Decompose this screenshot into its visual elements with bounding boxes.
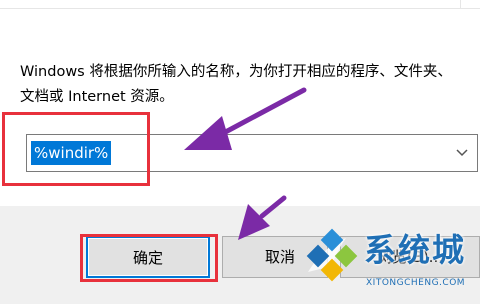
- instruction-text: Windows 将根据你所输入的名称，为你打开相应的程序、文件夹、文档或 Int…: [20, 64, 452, 105]
- watermark-logo-icon: [306, 228, 358, 282]
- frame-line: [0, 8, 480, 9]
- chevron-down-icon[interactable]: [455, 147, 469, 159]
- ok-highlight-box: [80, 234, 218, 282]
- watermark: 系统城 XITONGCHENG.COM: [300, 222, 478, 304]
- window-top-frame: [0, 0, 480, 14]
- watermark-title: 系统城: [364, 231, 467, 269]
- frame-notch: [460, 0, 461, 9]
- input-highlight-box: [2, 112, 150, 186]
- watermark-domain: XITONGCHENG.COM: [366, 278, 466, 288]
